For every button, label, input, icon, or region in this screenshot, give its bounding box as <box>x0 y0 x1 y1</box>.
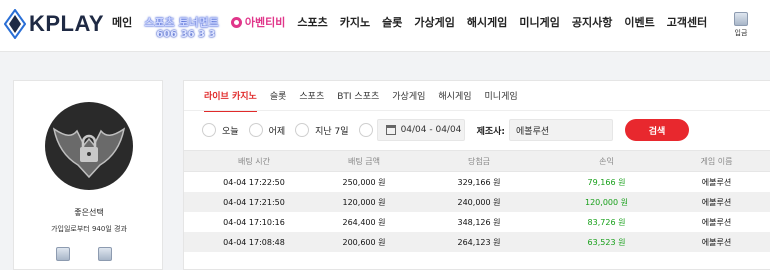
nav-sports[interactable]: 스포츠 <box>297 14 327 30</box>
table-row: 04-04 17:10:16 264,400 원 348,126 원 83,72… <box>184 212 770 232</box>
radio-custom-range[interactable] <box>358 123 373 137</box>
betting-history-panel: 라이브 카지노 슬롯 스포츠 BTI 스포츠 가상게임 해시게임 미니게임 오늘… <box>183 80 770 270</box>
deposit-label: 입금 <box>734 29 748 37</box>
cell-game-name: 에볼루션 <box>701 177 732 187</box>
header-profit: 손익 <box>599 156 614 166</box>
nav-event[interactable]: 이벤트 <box>624 14 654 30</box>
maker-input[interactable] <box>509 119 614 141</box>
filter-today[interactable]: 오늘 <box>202 123 239 137</box>
nav-notice[interactable]: 공지사항 <box>572 14 612 30</box>
cell-game-name: 에볼루션 <box>701 237 732 247</box>
header-bet-time: 배팅 시간 <box>238 156 270 166</box>
tab-live-casino[interactable]: 라이브 카지노 <box>204 89 257 112</box>
betting-history-table: 배팅 시간 배팅 금액 당첨금 손익 게임 이름 04-04 17:22:50 … <box>184 150 770 252</box>
nav-main[interactable]: 메인 <box>112 14 132 30</box>
filter-last-7-days[interactable]: 지난 7일 <box>295 123 349 137</box>
nav-live-tv[interactable]: 아벤티비 <box>230 14 286 30</box>
tab-bti-sports[interactable]: BTI 스포츠 <box>337 89 379 112</box>
calendar-icon <box>385 125 396 135</box>
cell-profit: 79,166 원 <box>587 177 626 187</box>
nav-sports-tournament[interactable]: 스포츠 토너먼트 606 36 3 3 <box>144 14 219 40</box>
table-row: 04-04 17:21:50 120,000 원 240,000 원 120,0… <box>184 192 770 212</box>
cell-payout: 240,000 원 <box>457 197 501 207</box>
wallet-icon <box>734 12 748 26</box>
nav-support[interactable]: 고객센터 <box>667 14 707 30</box>
table-row: 04-04 17:08:48 200,600 원 264,123 원 63,52… <box>184 232 770 252</box>
tab-sports[interactable]: 스포츠 <box>299 89 324 112</box>
cell-bet-amount: 250,000 원 <box>342 177 386 187</box>
cell-bet-time: 04-04 17:08:48 <box>223 237 285 247</box>
cell-game-name: 에볼루션 <box>701 197 732 207</box>
filter-today-label: 오늘 <box>222 126 239 137</box>
deposit-button[interactable]: 입금 <box>732 12 750 38</box>
header-bet-amount: 배팅 금액 <box>348 156 380 166</box>
profile-card: 좋은선택 가입일로부터 940일 경과 <box>13 80 163 270</box>
tab-mini-game[interactable]: 미니게임 <box>485 89 518 112</box>
table-header: 배팅 시간 배팅 금액 당첨금 손익 게임 이름 <box>184 150 770 172</box>
cell-bet-time: 04-04 17:22:50 <box>223 177 285 187</box>
tab-virtual-game[interactable]: 가상게임 <box>392 89 425 112</box>
live-icon <box>230 16 242 28</box>
cell-game-name: 에볼루션 <box>701 217 732 227</box>
table-row: 04-04 17:22:50 250,000 원 329,166 원 79,16… <box>184 172 770 192</box>
radio-last-7-days[interactable] <box>295 123 310 137</box>
filter-yesterday[interactable]: 어제 <box>248 123 286 137</box>
game-category-tabs: 라이브 카지노 슬롯 스포츠 BTI 스포츠 가상게임 해시게임 미니게임 <box>204 89 531 112</box>
main-nav: 메인 스포츠 토너먼트 606 36 3 3 아벤티비 스포츠 카지노 슬롯 가… <box>112 14 719 40</box>
cell-bet-amount: 200,600 원 <box>342 237 386 247</box>
nav-sports-tournament-label: 스포츠 토너먼트 <box>144 16 219 29</box>
cell-bet-amount: 264,400 원 <box>342 217 386 227</box>
profile-membership-days: 가입일로부터 940일 경과 <box>51 225 127 233</box>
cell-bet-time: 04-04 17:10:16 <box>223 217 285 227</box>
profile-name: 좋은선택 <box>74 208 104 217</box>
search-button[interactable]: 검색 <box>625 119 690 141</box>
tab-hash-game[interactable]: 해시게임 <box>438 89 471 112</box>
header-payout: 당첨금 <box>467 156 491 166</box>
filter-yesterday-label: 어제 <box>268 126 286 137</box>
nav-hash-game[interactable]: 해시게임 <box>467 14 507 30</box>
nav-slot[interactable]: 슬롯 <box>382 14 402 30</box>
cell-bet-time: 04-04 17:21:50 <box>223 197 285 207</box>
date-range-picker[interactable]: 04/04 - 04/04 <box>376 119 465 141</box>
tournament-countdown: 606 36 3 3 <box>156 29 216 40</box>
logo-mark-icon <box>4 9 26 39</box>
cell-payout: 264,123 원 <box>457 237 501 247</box>
rank-emblem-icon <box>45 102 133 190</box>
radio-today[interactable] <box>202 123 216 137</box>
header-game-name: 게임 이름 <box>700 156 733 166</box>
cell-bet-amount: 120,000 원 <box>342 197 386 207</box>
nav-casino[interactable]: 카지노 <box>340 14 370 30</box>
cell-profit: 63,523 원 <box>587 237 626 247</box>
nav-live-label: 아벤티비 <box>244 16 286 29</box>
nav-mini-game[interactable]: 미니게임 <box>519 14 559 30</box>
cell-profit: 120,000 원 <box>585 197 628 207</box>
nav-virtual-game[interactable]: 가상게임 <box>414 14 454 30</box>
logo-text: KPLAY <box>29 11 105 36</box>
top-navigation-bar: KPLAY 메인 스포츠 토너먼트 606 36 3 3 아벤티비 스포츠 카지… <box>0 0 770 52</box>
logo[interactable]: KPLAY <box>4 8 104 40</box>
radio-yesterday[interactable] <box>248 123 263 137</box>
tab-slot[interactable]: 슬롯 <box>270 89 287 112</box>
filter-bar: 오늘 어제 지난 7일 04/04 - 04/04 제조사: 검색 <box>202 119 690 141</box>
filter-last-7-days-label: 지난 7일 <box>315 126 349 137</box>
cell-payout: 329,166 원 <box>457 177 501 187</box>
date-range-value: 04/04 - 04/04 <box>400 125 462 135</box>
cell-payout: 348,126 원 <box>457 217 501 227</box>
maker-label: 제조사: <box>476 126 506 137</box>
cell-profit: 83,726 원 <box>587 217 626 227</box>
tabs-divider <box>184 110 770 111</box>
